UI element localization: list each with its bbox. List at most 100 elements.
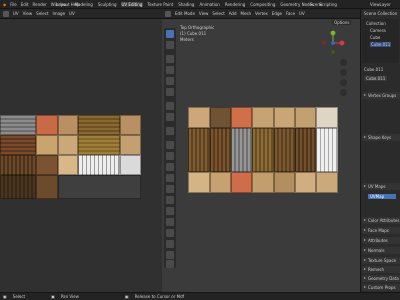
uv-map-item[interactable]: UVMap: [368, 194, 396, 199]
uv-menu-uv[interactable]: UV: [69, 11, 75, 16]
tab-compositing[interactable]: Compositing: [249, 2, 276, 7]
smooth-icon[interactable]: [166, 218, 174, 226]
panel-custom-props[interactable]: Custom Props: [362, 284, 400, 291]
editor-type-icon[interactable]: [3, 10, 9, 17]
shear-icon[interactable]: [166, 251, 174, 259]
vp-menu-view[interactable]: View: [199, 11, 209, 16]
view-layer-selector[interactable]: ViewLayer: [370, 2, 391, 7]
vp-menu-mesh[interactable]: Mesh: [241, 11, 252, 16]
select-box-icon[interactable]: [166, 30, 174, 38]
poly-build-icon[interactable]: [166, 196, 174, 204]
menu-file[interactable]: File: [10, 2, 17, 7]
uv-menu-image[interactable]: Image: [53, 11, 66, 16]
expand-arrow-icon: [364, 277, 366, 279]
tab-modeling[interactable]: Modeling: [74, 2, 94, 7]
uv-editor-canvas[interactable]: [0, 19, 162, 292]
panel-label: UV Maps: [368, 184, 386, 189]
vp-menu-vertex[interactable]: Vertex: [255, 11, 268, 16]
uv-tile: [0, 115, 36, 135]
mesh-face: [252, 128, 274, 172]
zoom-icon[interactable]: [340, 59, 347, 66]
outliner-item-camera[interactable]: Camera: [370, 28, 386, 33]
move-icon[interactable]: [166, 55, 174, 63]
expand-arrow-icon: [364, 286, 366, 288]
knife-icon[interactable]: [166, 185, 174, 193]
uv-tile: [36, 135, 58, 155]
vp-menu-select[interactable]: Select: [212, 11, 224, 16]
tab-layout[interactable]: Layout: [55, 2, 71, 7]
uv-menu-select[interactable]: Select: [36, 11, 48, 16]
tab-rendering[interactable]: Rendering: [224, 2, 246, 7]
expand-arrow-icon: [364, 94, 366, 96]
vp-menu-uv[interactable]: UV: [299, 11, 305, 16]
panel-normals[interactable]: Normals: [362, 247, 400, 254]
mesh-face: [210, 107, 231, 128]
blender-logo-icon[interactable]: ◆: [3, 2, 6, 7]
panel-label: Face Maps: [368, 228, 389, 233]
rip-icon[interactable]: [166, 260, 174, 268]
tab-texture-paint[interactable]: Texture Paint: [146, 2, 174, 7]
outliner-item-cube[interactable]: Cube: [370, 35, 380, 40]
panel-face-maps[interactable]: Face Maps: [362, 227, 400, 234]
view-layer-label: ViewLayer: [370, 2, 391, 7]
uv-tile: [36, 115, 58, 135]
panel-remesh[interactable]: Remesh: [362, 266, 400, 273]
edge-slide-icon[interactable]: [166, 229, 174, 237]
add-cube-icon[interactable]: [166, 127, 174, 135]
uv-menu-view[interactable]: View: [23, 11, 33, 16]
rotate-icon[interactable]: [166, 66, 174, 74]
menu-edit[interactable]: Edit: [21, 2, 29, 7]
tab-animation[interactable]: Animation: [198, 2, 220, 7]
uv-tile: [78, 155, 120, 175]
viewport-type-icon[interactable]: [165, 10, 171, 17]
edit-mode-dropdown[interactable]: Edit Mode: [175, 11, 195, 16]
vp-menu-face[interactable]: Face: [286, 11, 295, 16]
mesh-face: [188, 107, 210, 128]
mesh-object: [188, 107, 338, 193]
menu-render[interactable]: Render: [33, 2, 47, 7]
transform-icon[interactable]: [166, 88, 174, 96]
tab-sculpting[interactable]: Sculpting: [97, 2, 118, 7]
options-button[interactable]: Options: [332, 20, 352, 25]
extrude-icon[interactable]: [166, 141, 174, 149]
annotate-icon[interactable]: [166, 102, 174, 110]
scene-selector[interactable]: Scene: [310, 2, 322, 7]
tab-uv-editing[interactable]: UV Editing: [120, 2, 144, 7]
panel-geometry-data[interactable]: Geometry Data: [362, 275, 400, 282]
uv-editor-header: UV View Select Image UV: [0, 9, 162, 19]
tool-shelf: [164, 28, 176, 268]
outliner-item-collection[interactable]: Collection: [366, 21, 386, 26]
bevel-icon[interactable]: [166, 163, 174, 171]
inset-icon[interactable]: [166, 152, 174, 160]
scene-label: Scene: [310, 2, 323, 7]
panel-shape-keys[interactable]: Shape Keys: [362, 134, 400, 141]
camera-icon[interactable]: [340, 79, 347, 86]
spin-icon[interactable]: [166, 207, 174, 215]
3d-viewport[interactable]: Top Orthographic (1) Cube.011 Meters Opt…: [162, 19, 360, 292]
cursor-icon[interactable]: [166, 41, 174, 49]
loop-cut-icon[interactable]: [166, 174, 174, 182]
pan-icon[interactable]: [340, 69, 347, 76]
scale-icon[interactable]: [166, 77, 174, 85]
measure-icon[interactable]: [166, 113, 174, 121]
tab-shading[interactable]: Shading: [177, 2, 195, 7]
panel-attributes[interactable]: Attributes: [362, 237, 400, 244]
uv-mode-label[interactable]: UV: [13, 11, 19, 16]
panel-vertex-groups[interactable]: Vertex Groups: [362, 92, 400, 99]
navigation-gizmo[interactable]: [320, 30, 346, 56]
workspace-tabs: Layout Modeling Sculpting UV Editing Tex…: [55, 0, 338, 9]
panel-color-attributes[interactable]: Color Attributes: [362, 217, 400, 224]
mesh-face: [295, 128, 316, 172]
panel-uv-maps[interactable]: UV Maps: [362, 183, 400, 190]
expand-arrow-icon: [364, 249, 366, 251]
shrink-fatten-icon[interactable]: [166, 240, 174, 248]
grid-icon[interactable]: [340, 89, 347, 96]
mouse-right-icon: ▣: [124, 294, 129, 299]
properties-mesh-name[interactable]: Cube.011: [364, 76, 388, 81]
uv-tile: [58, 135, 78, 155]
outliner-item-cube-011[interactable]: Cube.011: [370, 42, 392, 47]
panel-texture-space[interactable]: Texture Space: [362, 257, 400, 264]
vp-menu-edge[interactable]: Edge: [272, 11, 282, 16]
expand-arrow-icon: [364, 185, 366, 187]
vp-menu-add[interactable]: Add: [229, 11, 237, 16]
